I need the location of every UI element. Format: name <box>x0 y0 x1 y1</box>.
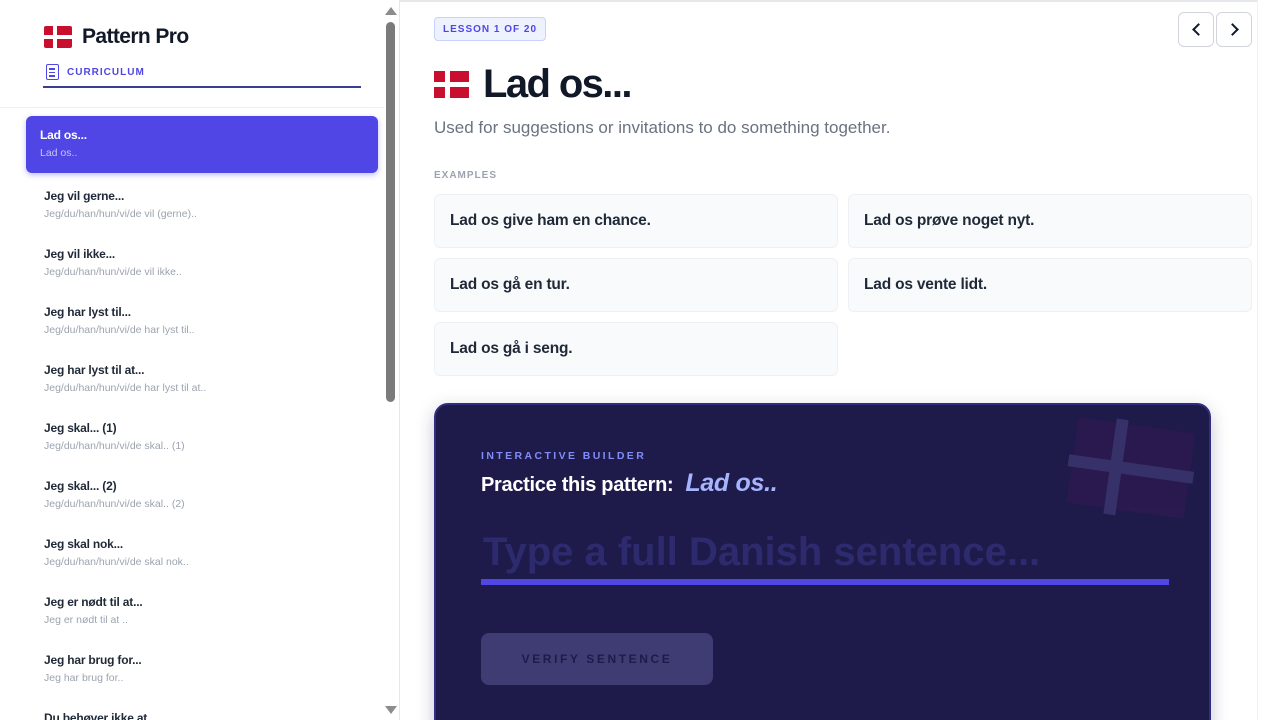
example-card[interactable]: Lad os gå i seng. <box>434 322 838 376</box>
sidebar-item[interactable]: Jeg skal... (2) Jeg/du/han/hun/vi/de skal… <box>0 463 384 521</box>
tab-curriculum[interactable]: CURRICULUM <box>43 64 361 88</box>
sidebar-item-subtitle: Lad os.. <box>40 147 78 159</box>
sidebar-item-active[interactable]: Lad os... Lad os.. <box>26 116 378 173</box>
sidebar-item-title: Jeg vil ikke... <box>44 247 116 261</box>
sidebar-item[interactable]: Jeg skal... (1) Jeg/du/han/hun/vi/de skal… <box>0 405 384 463</box>
example-card[interactable]: Lad os give ham en chance. <box>434 194 838 248</box>
verify-sentence-button[interactable]: VERIFY SENTENCE <box>481 633 713 685</box>
brand: Pattern Pro <box>44 24 189 50</box>
sidebar-item-title: Jeg skal... (1) <box>44 421 117 435</box>
sidebar-item[interactable]: Jeg er nødt til at... Jeg er nødt til at … <box>0 579 384 637</box>
sidebar-item-subtitle: Jeg har brug for.. <box>44 672 124 684</box>
sidebar-scrollbar[interactable] <box>384 0 398 720</box>
examples-heading: EXAMPLES <box>434 170 498 181</box>
lesson-description: Used for suggestions or invitations to d… <box>434 118 891 137</box>
sidebar-item[interactable]: Jeg har lyst til at... Jeg/du/han/hun/vi/… <box>0 347 384 405</box>
sidebar-item-subtitle: Jeg/du/han/hun/vi/de skal.. (1) <box>44 440 185 452</box>
sidebar-item-subtitle: Jeg/du/han/hun/vi/de skal.. (2) <box>44 498 185 510</box>
sidebar-item-title: Du behøver ikke at... <box>44 711 157 720</box>
sentence-input[interactable] <box>481 525 1169 585</box>
scroll-down-arrow-icon[interactable] <box>385 706 397 714</box>
sidebar-item-title: Jeg har brug for... <box>44 653 142 667</box>
sidebar-item-title: Jeg har lyst til at... <box>44 363 145 377</box>
interactive-builder: INTERACTIVE BUILDER Practice this patter… <box>434 403 1211 720</box>
document-icon <box>46 64 59 80</box>
example-card[interactable]: Lad os vente lidt. <box>848 258 1252 312</box>
builder-heading: Practice this pattern: Lad os.. <box>481 469 778 499</box>
danish-flag-icon <box>44 26 72 48</box>
sidebar-item[interactable]: Jeg vil ikke... Jeg/du/han/hun/vi/de vil … <box>0 231 384 289</box>
chevron-left-icon <box>1191 23 1205 36</box>
previous-lesson-button[interactable] <box>1178 12 1214 47</box>
builder-pattern: Lad os.. <box>685 469 778 497</box>
sidebar-item-title: Jeg skal nok... <box>44 537 124 551</box>
example-card[interactable]: Lad os prøve noget nyt. <box>848 194 1252 248</box>
right-divider <box>1257 0 1258 720</box>
sidebar-item-subtitle: Jeg/du/han/hun/vi/de vil ikke.. <box>44 266 182 278</box>
sidebar-item-subtitle: Jeg/du/han/hun/vi/de skal nok.. <box>44 556 189 568</box>
pattern-list: Lad os... Lad os.. Jeg vil gerne... Jeg/du/… <box>0 116 384 720</box>
brand-name: Pattern Pro <box>82 25 189 48</box>
lesson-panel: LESSON 1 OF 20 Lad os... Used for sugges… <box>400 0 1280 720</box>
next-lesson-button[interactable] <box>1216 12 1252 47</box>
sidebar-item-subtitle: Jeg/du/han/hun/vi/de vil (gerne).. <box>44 208 197 220</box>
scroll-thumb[interactable] <box>386 22 395 402</box>
sidebar-item[interactable]: Jeg vil gerne... Jeg/du/han/hun/vi/de vil… <box>0 173 384 231</box>
sidebar-header: Pattern Pro CURRICULUM <box>0 0 384 108</box>
chevron-right-icon <box>1225 23 1239 36</box>
sidebar-item[interactable]: Jeg har lyst til... Jeg/du/han/hun/vi/de … <box>0 289 384 347</box>
danish-flag-watermark-icon <box>1066 417 1196 519</box>
builder-label: INTERACTIVE BUILDER <box>481 450 647 462</box>
example-card[interactable]: Lad os gå en tur. <box>434 258 838 312</box>
tab-curriculum-label: CURRICULUM <box>67 67 145 78</box>
sidebar-item-title: Lad os... <box>40 128 87 142</box>
builder-heading-text: Practice this pattern: <box>481 474 674 496</box>
sidebar-item-title: Jeg har lyst til... <box>44 305 131 319</box>
sidebar-item[interactable]: Du behøver ikke at... <box>0 695 384 720</box>
sidebar-item-subtitle: Jeg er nødt til at .. <box>44 614 129 626</box>
sidebar-item[interactable]: Jeg har brug for... Jeg har brug for.. <box>0 637 384 695</box>
sidebar-item-title: Jeg er nødt til at... <box>44 595 143 609</box>
sidebar-item-title: Jeg skal... (2) <box>44 479 117 493</box>
top-divider <box>400 0 1258 2</box>
danish-flag-icon <box>434 70 469 98</box>
sidebar-item-subtitle: Jeg/du/han/hun/vi/de har lyst til.. <box>44 324 195 336</box>
lesson-progress-badge: LESSON 1 OF 20 <box>434 17 547 41</box>
sidebar: Pattern Pro CURRICULUM Lad os... Lad os..… <box>0 0 400 720</box>
page-title: Lad os... <box>483 61 632 106</box>
scroll-up-arrow-icon[interactable] <box>385 7 397 15</box>
sidebar-item-subtitle: Jeg/du/han/hun/vi/de har lyst til at.. <box>44 382 207 394</box>
sidebar-item-title: Jeg vil gerne... <box>44 189 125 203</box>
lesson-title-row: Lad os... <box>434 60 632 108</box>
sidebar-item[interactable]: Jeg skal nok... Jeg/du/han/hun/vi/de skal… <box>0 521 384 579</box>
